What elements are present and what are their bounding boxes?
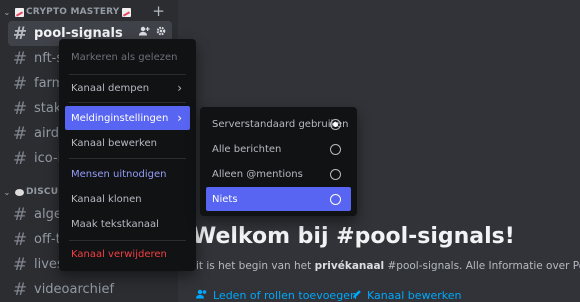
welcome-heading: Welkom bij #pool-signals! <box>192 224 515 249</box>
hash-icon: # <box>12 229 28 250</box>
add-member-icon[interactable] <box>139 26 150 39</box>
chevron-down-icon: ⌄ <box>3 187 11 197</box>
hash-icon: # <box>12 204 28 225</box>
menu-item-mute[interactable]: Kanaal dempen › <box>65 76 190 100</box>
menu-item-clone[interactable]: Kanaal klonen <box>65 187 190 211</box>
channel-name: videoarchief <box>34 282 115 297</box>
menu-item-invite[interactable]: Mensen uitnodigen <box>65 162 190 186</box>
hash-icon: # <box>12 148 28 169</box>
pencil-icon <box>352 289 362 302</box>
hash-icon: # <box>12 123 28 144</box>
hash-icon: # <box>12 73 28 94</box>
subtitle-end: #pool-signals. Alle Informatie over Pool… <box>384 260 580 272</box>
hash-icon: # <box>12 98 28 119</box>
menu-item-mark-read[interactable]: Markeren als gelezen <box>65 45 190 69</box>
menu-item-create-text-channel[interactable]: Maak tekstkanaal <box>65 212 190 236</box>
plus-icon[interactable]: + <box>152 2 165 20</box>
menu-item-label: Maak tekstkanaal <box>71 218 159 230</box>
radio-icon <box>330 168 341 180</box>
option-all-messages[interactable]: Alle berichten <box>206 137 351 161</box>
hash-icon: # <box>12 279 28 300</box>
menu-item-label: Kanaal bewerken <box>71 137 157 149</box>
category-label: CRYPTO MASTERY <box>26 7 120 17</box>
option-label: Niets <box>212 193 238 205</box>
hash-icon: # <box>12 254 28 275</box>
category-crypto-mastery[interactable]: ⌄ CRYPTO MASTERY + <box>0 2 178 21</box>
members-icon <box>196 289 208 302</box>
radio-icon <box>330 193 341 205</box>
hash-icon: # <box>12 48 28 69</box>
menu-item-label: Markeren als gelezen <box>71 51 178 63</box>
edit-channel-label: Kanaal bewerken <box>367 289 462 302</box>
option-label: Alle berichten <box>212 143 282 155</box>
menu-separator <box>69 102 186 103</box>
chart-emoji-icon <box>121 7 131 17</box>
radio-icon <box>330 143 341 155</box>
hash-icon: # <box>12 23 28 44</box>
chart-emoji-icon <box>15 7 24 17</box>
option-label: Serverstandaard gebruiken <box>212 118 349 130</box>
subtitle-start: it is het begin van het <box>196 260 315 272</box>
menu-separator <box>69 74 186 75</box>
menu-separator <box>69 158 186 159</box>
add-members-link[interactable]: Leden of rollen toevoegen <box>196 289 357 302</box>
chevron-right-icon: › <box>177 81 182 95</box>
channel-videoarchief[interactable]: # videoarchief <box>8 277 172 302</box>
radio-checked-icon <box>330 118 341 130</box>
channel-context-menu: Markeren als gelezen Kanaal dempen › Meld… <box>59 39 196 271</box>
menu-item-label: Kanaal verwijderen <box>71 248 167 260</box>
menu-item-label: Mensen uitnodigen <box>71 168 167 180</box>
welcome-subtitle: it is het begin van het privékanaal #poo… <box>196 260 580 272</box>
menu-separator <box>69 240 186 241</box>
notification-submenu: Serverstandaard gebruiken Alle berichten… <box>200 107 357 216</box>
chevron-right-icon: › <box>177 111 182 125</box>
menu-item-delete[interactable]: Kanaal verwijderen <box>65 242 190 266</box>
option-label: Alleen @mentions <box>212 168 303 180</box>
menu-item-label: Kanaal dempen <box>71 82 150 94</box>
add-members-label: Leden of rollen toevoegen <box>213 289 357 302</box>
option-only-mentions[interactable]: Alleen @mentions <box>206 162 351 186</box>
menu-item-notification-settings[interactable]: Meldinginstellingen › <box>65 106 190 130</box>
edit-channel-link[interactable]: Kanaal bewerken <box>352 289 462 302</box>
gear-icon[interactable] <box>156 26 166 39</box>
subtitle-bold: privékanaal <box>314 260 385 272</box>
speech-bubble-emoji-icon <box>15 188 24 196</box>
menu-item-label: Meldinginstellingen <box>71 112 169 124</box>
option-server-default[interactable]: Serverstandaard gebruiken <box>206 112 351 136</box>
menu-item-edit-channel[interactable]: Kanaal bewerken <box>65 131 190 155</box>
chevron-down-icon: ⌄ <box>3 7 11 17</box>
option-nothing[interactable]: Niets <box>206 187 351 211</box>
menu-item-label: Kanaal klonen <box>71 193 142 205</box>
